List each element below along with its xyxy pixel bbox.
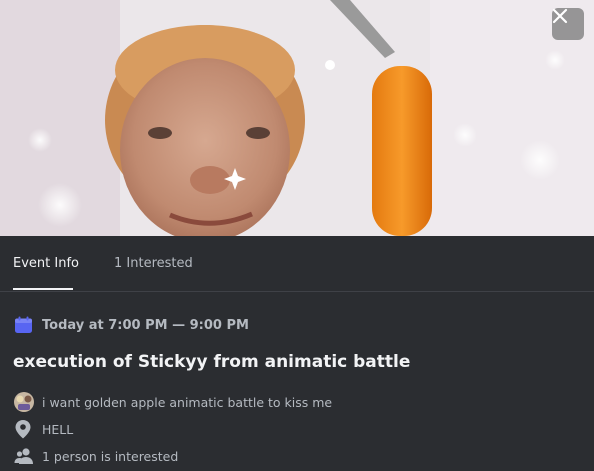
people-icon	[14, 448, 33, 464]
event-location-row: HELL	[14, 419, 73, 439]
active-tab-indicator	[13, 288, 73, 290]
location-pin-icon	[15, 420, 31, 439]
event-tabs: Event Info 1 Interested	[0, 236, 594, 292]
event-cover-image	[0, 0, 594, 236]
tab-event-info[interactable]: Event Info	[13, 256, 79, 271]
event-interested-count: 1 person is interested	[42, 448, 179, 464]
cover-photo	[0, 0, 594, 236]
event-time: Today at 7:00 PM — 9:00 PM	[42, 317, 249, 333]
close-icon	[552, 8, 568, 24]
event-interested-row: 1 person is interested	[14, 447, 178, 465]
event-details: Today at 7:00 PM — 9:00 PM execution of …	[0, 292, 594, 471]
event-title: execution of Stickyy from animatic battl…	[13, 352, 411, 372]
close-button[interactable]	[552, 8, 584, 40]
event-details-modal: Event Info 1 Interested Today at 7:00 PM…	[0, 0, 594, 471]
calendar-icon	[15, 316, 32, 333]
event-host-text: i want golden apple animatic battle to k…	[42, 394, 333, 410]
event-location[interactable]: HELL	[42, 422, 73, 437]
tab-interested[interactable]: 1 Interested	[114, 256, 193, 271]
event-time-row: Today at 7:00 PM — 9:00 PM	[14, 316, 249, 334]
host-avatar[interactable]	[14, 392, 34, 412]
event-host-row: i want golden apple animatic battle to k…	[14, 392, 332, 412]
